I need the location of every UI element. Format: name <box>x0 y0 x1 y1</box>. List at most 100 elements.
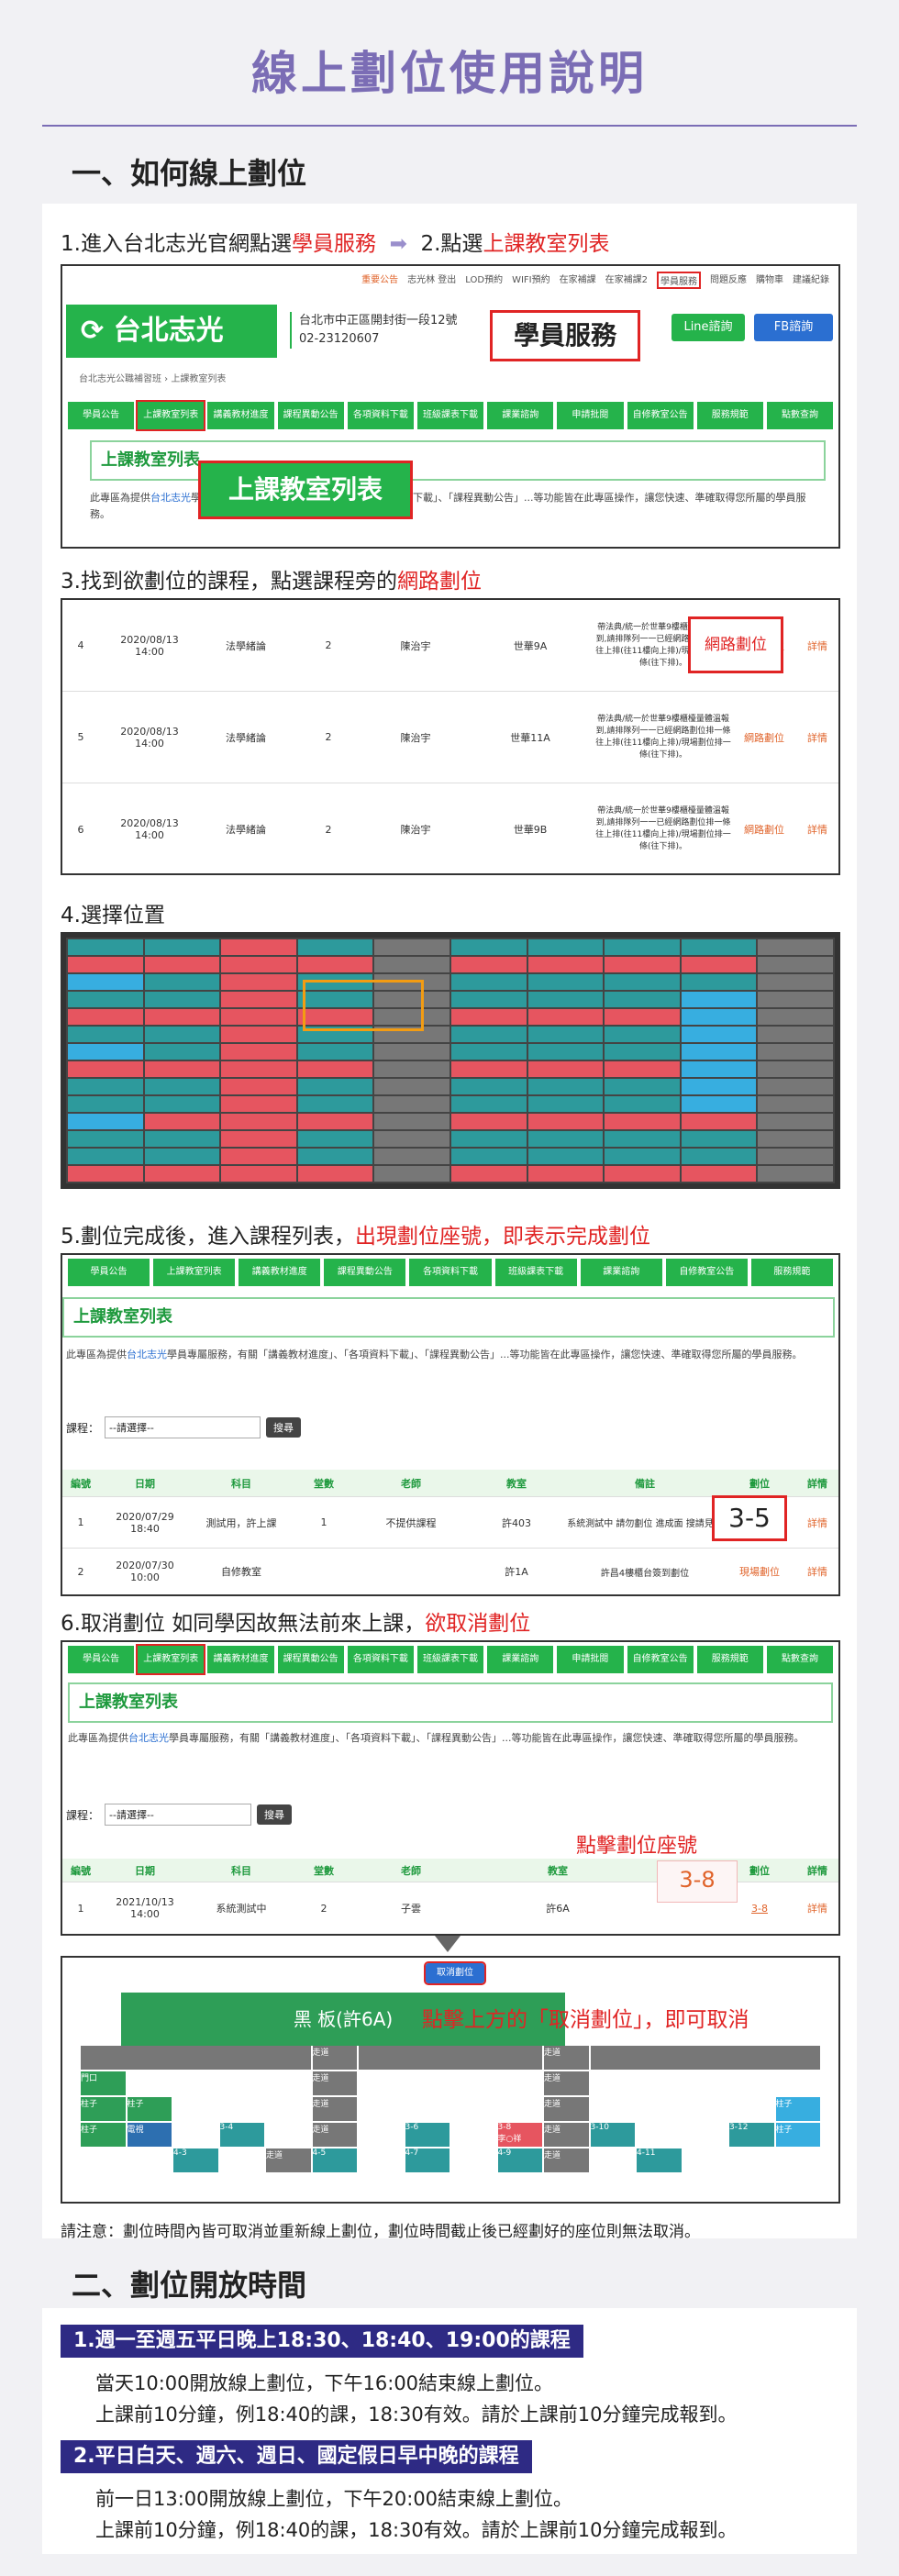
seat-cell[interactable] <box>527 1096 604 1112</box>
seat-cell[interactable] <box>450 1096 527 1112</box>
seat-cell[interactable] <box>758 1061 833 1077</box>
nav-item[interactable]: 課程異動公告 <box>277 402 344 429</box>
seat-cell[interactable] <box>758 1044 833 1060</box>
seat-cell[interactable] <box>450 1079 527 1094</box>
nav-item[interactable]: 課業諮詢 <box>487 402 554 429</box>
seat-cell[interactable] <box>68 974 143 990</box>
seat-cell[interactable] <box>297 1166 373 1182</box>
seat-cell[interactable] <box>605 939 680 955</box>
topbar-item[interactable]: 問題反應 <box>710 272 747 289</box>
seat-cell[interactable] <box>450 1061 527 1077</box>
seat-number-link[interactable]: 3-8 <box>723 1903 796 1915</box>
seat-cell[interactable] <box>450 957 527 972</box>
seat-cell[interactable] <box>758 1009 833 1025</box>
seat-cell[interactable] <box>297 1044 373 1060</box>
nav-item[interactable]: 講義教材進度 <box>207 1646 274 1673</box>
seat-cell[interactable] <box>681 1009 757 1025</box>
seat-cell[interactable] <box>527 1166 604 1182</box>
seat-cell[interactable] <box>758 1096 833 1112</box>
seat-cell[interactable] <box>605 1044 680 1060</box>
detail-link[interactable]: 詳情 <box>796 638 838 653</box>
seat-cell[interactable] <box>221 1149 296 1164</box>
seat-cell[interactable] <box>144 957 220 972</box>
seat-cell[interactable] <box>450 1114 527 1129</box>
seat-cell[interactable] <box>144 1166 220 1182</box>
seat-cell[interactable] <box>221 974 296 990</box>
seat-cell[interactable] <box>681 1079 757 1094</box>
detail-link[interactable]: 詳情 <box>796 1516 838 1530</box>
seat-cell[interactable] <box>297 1079 373 1094</box>
seat-cell[interactable] <box>605 957 680 972</box>
seat-cell[interactable] <box>758 1079 833 1094</box>
seat-cell[interactable] <box>374 1166 450 1182</box>
seat-cell[interactable] <box>144 939 220 955</box>
nav-item[interactable]: 服務規範 <box>750 1259 833 1286</box>
topbar-item[interactable]: 重要公告 <box>361 272 398 289</box>
seat-cell[interactable] <box>605 1061 680 1077</box>
seat-cell[interactable] <box>527 1044 604 1060</box>
seat-cell[interactable] <box>297 939 373 955</box>
seat-cell[interactable] <box>68 992 143 1007</box>
seat-cell[interactable] <box>68 1096 143 1112</box>
seat-cell[interactable] <box>527 1061 604 1077</box>
nav-item[interactable]: 服務規範 <box>696 402 763 429</box>
nav-item[interactable]: 班級課表下載 <box>416 1646 484 1673</box>
nav-item-classroom-list[interactable]: 上課教室列表 <box>136 400 206 431</box>
seat-cell[interactable] <box>605 1079 680 1094</box>
search-button[interactable]: 搜尋 <box>266 1417 302 1438</box>
seat-cell[interactable] <box>605 1096 680 1112</box>
nav-item[interactable]: 自修教室公告 <box>665 1259 748 1286</box>
nav-item[interactable]: 上課教室列表 <box>153 1259 236 1286</box>
seat-cell[interactable] <box>681 1149 757 1164</box>
nav-item[interactable]: 自修教室公告 <box>627 402 694 429</box>
nav-item[interactable]: 班級課表下載 <box>416 402 484 429</box>
seat-cell[interactable] <box>681 957 757 972</box>
seat-cell[interactable] <box>450 1027 527 1042</box>
seat-cell[interactable] <box>374 1079 450 1094</box>
nav-item[interactable]: 課業諮詢 <box>487 1646 554 1673</box>
nav-item[interactable]: 各項資料下載 <box>347 402 414 429</box>
cancel-seat-button[interactable]: 取消劃位 <box>424 1961 486 1985</box>
seat-cell[interactable] <box>374 939 450 955</box>
nav-item[interactable]: 講義教材進度 <box>239 1259 321 1286</box>
detail-link[interactable]: 詳情 <box>796 1901 838 1915</box>
seat-cell[interactable] <box>527 1114 604 1129</box>
seat-cell[interactable] <box>605 992 680 1007</box>
seat-cell[interactable] <box>221 1027 296 1042</box>
seat-cell[interactable] <box>297 1096 373 1112</box>
nav-item[interactable]: 學員公告 <box>68 402 135 429</box>
seat-cell[interactable] <box>758 992 833 1007</box>
seat-cell[interactable] <box>681 1096 757 1112</box>
seat-cell[interactable] <box>758 1149 833 1164</box>
fb-button[interactable]: FB諮詢 <box>754 314 833 341</box>
seat-cell[interactable] <box>450 992 527 1007</box>
topbar-item[interactable]: 建議紀錄 <box>793 272 829 289</box>
seat-cell[interactable] <box>221 1166 296 1182</box>
seat-cell[interactable] <box>681 1131 757 1147</box>
detail-link[interactable]: 詳情 <box>796 822 838 837</box>
seat-cell[interactable] <box>144 1114 220 1129</box>
seat-cell[interactable] <box>758 939 833 955</box>
seat-cell[interactable] <box>68 1061 143 1077</box>
seat-cell[interactable] <box>297 957 373 972</box>
seat-cell[interactable] <box>605 1009 680 1025</box>
seat-cell[interactable] <box>68 1027 143 1042</box>
seat-cell[interactable] <box>144 1009 220 1025</box>
topbar-item[interactable]: WIFI預約 <box>512 272 550 289</box>
nav-item[interactable]: 學員公告 <box>68 1259 150 1286</box>
online-seat-link[interactable]: 網路劃位 <box>732 822 796 837</box>
nav-item[interactable]: 各項資料下載 <box>347 1646 414 1673</box>
seat-cell[interactable] <box>144 1027 220 1042</box>
seat-cell[interactable] <box>450 974 527 990</box>
seat-cell[interactable] <box>758 1027 833 1042</box>
seat-cell[interactable] <box>527 1027 604 1042</box>
seat-cell[interactable] <box>221 1079 296 1094</box>
topbar-item[interactable]: 志光林 登出 <box>407 272 456 289</box>
nav-item[interactable]: 自修教室公告 <box>627 1646 694 1673</box>
online-seat-link[interactable]: 網路劃位 <box>732 730 796 745</box>
seat-cell[interactable] <box>681 1044 757 1060</box>
seat-cell[interactable] <box>68 1044 143 1060</box>
seat-cell[interactable] <box>450 1044 527 1060</box>
seat-cell[interactable] <box>681 1114 757 1129</box>
seat-cell[interactable] <box>68 1149 143 1164</box>
